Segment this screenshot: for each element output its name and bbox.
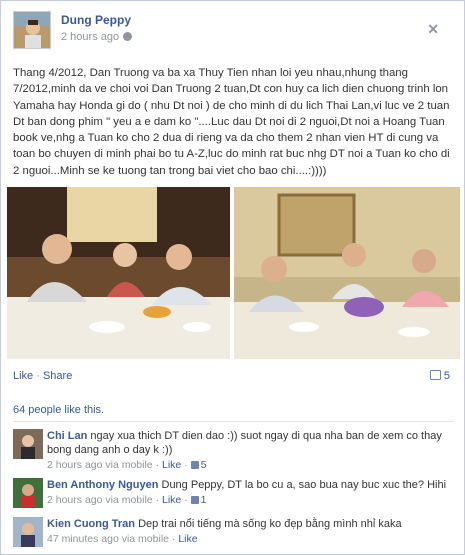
post-photos [7,187,460,359]
comment-like-count[interactable]: 1 [190,494,206,506]
commenter-avatar[interactable] [13,429,43,459]
post-meta: 2 hours ago [61,31,133,43]
comment-count[interactable]: 5 [429,370,450,382]
close-icon[interactable]: ✕ [427,21,439,38]
post-text: Thang 4/2012, Dan Truong va ba xa Thuy T… [13,67,450,177]
author-photo [14,12,50,48]
comment-text: Dep trai nổi tiếng mà sống ko đẹp bằng m… [138,518,402,530]
comment-text: ngay xua thich DT dien dao :)) suot ngay… [47,430,442,456]
thumbs-up-icon [190,461,199,469]
comment-like-count[interactable]: 5 [190,459,206,471]
photo-dinner-left[interactable] [7,187,230,359]
comment-time: 47 minutes ago via mobile [47,533,169,545]
post-header: Dung Peppy 2 hours ago ✕ [13,11,453,51]
commenter-avatar[interactable] [13,478,43,508]
likes-summary[interactable]: 64 people like this. [13,404,104,416]
like-link[interactable]: Like [13,370,33,382]
comment-time: 2 hours ago via mobile [47,494,153,506]
commenter-name[interactable]: Ben Anthony Nguyen [47,479,158,491]
comment-like-link[interactable]: Like [162,494,181,506]
comment-like-link[interactable]: Like [162,459,181,471]
globe-icon [123,32,133,41]
comment-time: 2 hours ago via mobile [47,459,153,471]
divider [13,421,454,422]
post-card: Dung Peppy 2 hours ago ✕ Thang 4/2012, D… [0,0,465,555]
author-name[interactable]: Dung Peppy [61,13,131,27]
comment-like-link[interactable]: Like [178,533,197,545]
post-actions: Like · Share [13,370,73,382]
post-time[interactable]: 2 hours ago [61,31,119,43]
share-link[interactable]: Share [43,370,72,382]
commenter-name[interactable]: Kien Cuong Tran [47,518,135,530]
commenter-name[interactable]: Chi Lan [47,430,87,442]
author-avatar[interactable] [13,11,51,49]
commenter-avatar[interactable] [13,517,43,547]
thumbs-up-icon [190,496,199,504]
comment-text: Dung Peppy, DT la bo cu a, sao bua nay b… [161,479,447,491]
comment-icon [429,370,441,380]
photo-dinner-right[interactable] [234,187,460,359]
